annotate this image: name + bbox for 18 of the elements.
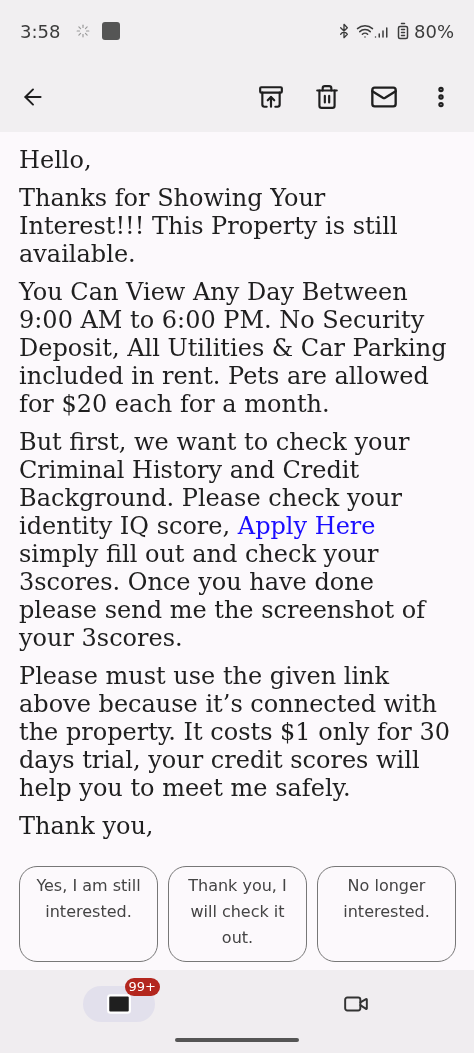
loading-icon (76, 24, 91, 38)
message-paragraph: But first, we want to check your Criminal History and Credit Background. Please check your identity IQ score, Apply Here simply fill out and check your 3scores. Once you have done please send me the screenshot of your 3scores. (19, 428, 428, 652)
app-notification-icon (102, 22, 121, 40)
smart-reply-chip[interactable]: No longer interested. (317, 866, 456, 962)
message-paragraph: Please must use the given link above because it’s connected with the property. It costs $1 only for 30 days trial, your credit scores will help you to meet me safely. (19, 662, 451, 802)
wifi-icon (356, 22, 374, 40)
clock: 3:58 (20, 19, 61, 44)
apply-link[interactable]: Apply Here (237, 512, 376, 540)
message-paragraph: Hello, (19, 146, 93, 174)
unread-badge: 99+ (124, 978, 160, 996)
delete-icon[interactable] (314, 84, 340, 110)
smart-reply-chip[interactable]: Yes, I am still interested. (19, 866, 158, 962)
smart-reply-chip[interactable]: Thank you, I will check it out. (168, 866, 307, 962)
archive-icon[interactable] (258, 84, 284, 110)
message-paragraph: You Can View Any Day Between 9:00 AM to 6:00 PM. No Security Deposit, All Utilities & Car Parking included in rent. Pets are allowed for $20 each for a month. (19, 278, 448, 418)
battery-level: 80% (414, 19, 454, 44)
message-paragraph: Thanks for Showing Your Interest!!! This Property is still available. (19, 184, 399, 268)
message-paragraph: Thank you, (19, 812, 155, 840)
